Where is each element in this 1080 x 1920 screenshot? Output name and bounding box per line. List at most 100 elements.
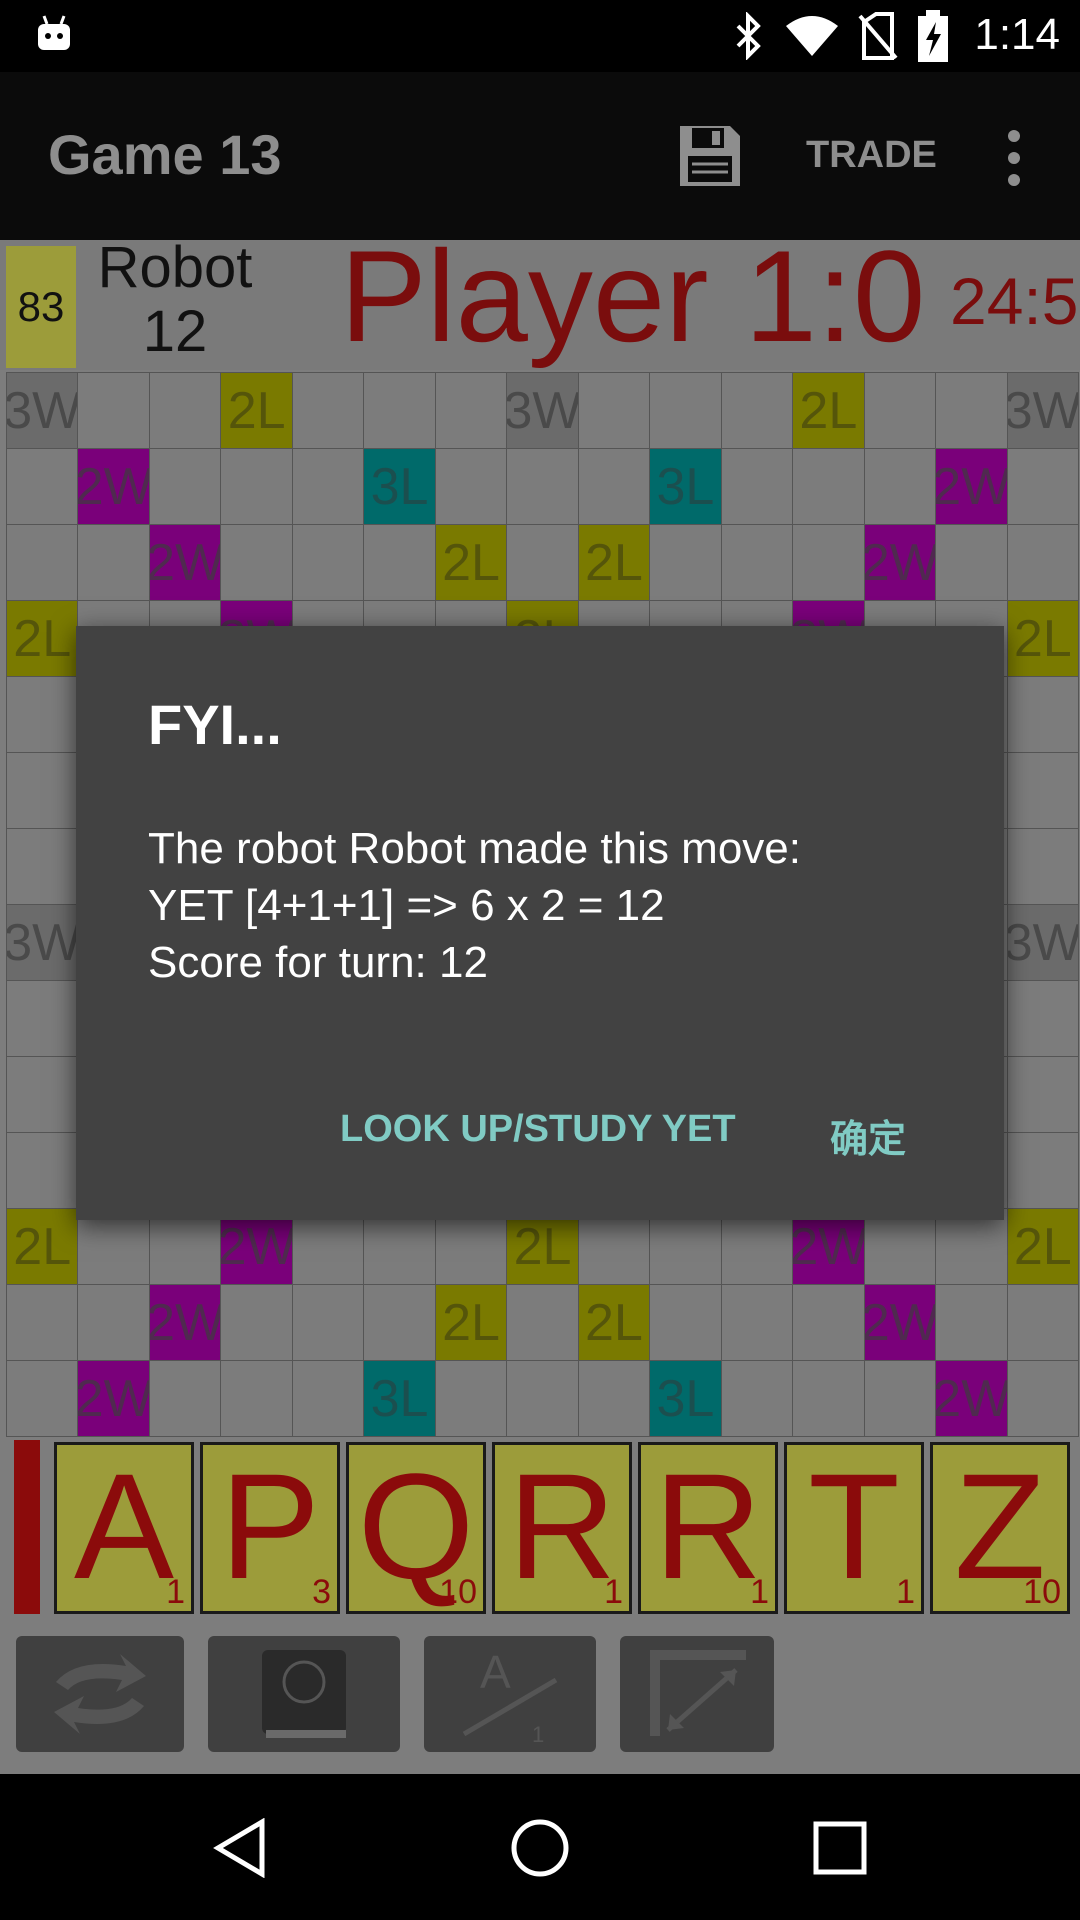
trade-button[interactable]: TRADE: [806, 134, 937, 177]
board-cell[interactable]: [1006, 524, 1079, 601]
board-cell[interactable]: [1006, 980, 1079, 1057]
board-cell[interactable]: 3L: [649, 1360, 722, 1437]
board-cell[interactable]: 2L: [6, 1208, 79, 1285]
board-cell[interactable]: 2W: [77, 1360, 150, 1437]
board-cell[interactable]: [363, 524, 436, 601]
board-cell[interactable]: [220, 524, 293, 601]
board-cell[interactable]: 2L: [220, 372, 293, 449]
rack-tile[interactable]: A1: [54, 1442, 194, 1614]
rack-tile[interactable]: P3: [200, 1442, 340, 1614]
board-cell[interactable]: [6, 448, 79, 525]
board-cell[interactable]: [506, 524, 579, 601]
board-cell[interactable]: [1006, 828, 1079, 905]
board-cell[interactable]: [291, 372, 365, 449]
board-cell[interactable]: 2W: [863, 524, 937, 601]
board-cell[interactable]: [1006, 676, 1079, 753]
board-cell[interactable]: 3W: [1006, 372, 1079, 449]
lookup-study-button[interactable]: LOOK UP/STUDY YET: [340, 1108, 736, 1151]
board-cell[interactable]: [577, 1360, 651, 1437]
board-cell[interactable]: [1006, 1284, 1079, 1361]
board-cell[interactable]: [6, 524, 79, 601]
board-cell[interactable]: [1006, 448, 1079, 525]
board-cell[interactable]: [148, 448, 222, 525]
board-cell[interactable]: 2W: [935, 1360, 1008, 1437]
more-vert-icon[interactable]: [1000, 128, 1028, 188]
board-cell[interactable]: [1006, 1056, 1079, 1133]
home-icon[interactable]: [510, 1818, 570, 1878]
board-cell[interactable]: [863, 448, 937, 525]
board-cell[interactable]: [6, 1284, 79, 1361]
board-cell[interactable]: 2L: [1006, 600, 1079, 677]
board-cell[interactable]: [792, 1360, 865, 1437]
board-cell[interactable]: 3L: [363, 1360, 436, 1437]
board-cell[interactable]: [863, 372, 937, 449]
board-cell[interactable]: [363, 372, 436, 449]
board-cell[interactable]: [434, 1360, 508, 1437]
board-cell[interactable]: [77, 372, 150, 449]
board-cell[interactable]: [792, 524, 865, 601]
board-cell[interactable]: 2L: [577, 524, 651, 601]
board-cell[interactable]: [77, 524, 150, 601]
board-cell[interactable]: [1006, 1360, 1079, 1437]
board-cell[interactable]: [935, 372, 1008, 449]
board-cell[interactable]: [935, 1284, 1008, 1361]
board-cell[interactable]: [720, 448, 794, 525]
board-cell[interactable]: [577, 372, 651, 449]
board-cell[interactable]: [220, 1360, 293, 1437]
board-cell[interactable]: [792, 1284, 865, 1361]
board-cell[interactable]: [1006, 752, 1079, 829]
board-cell[interactable]: [792, 448, 865, 525]
board-cell[interactable]: 3L: [649, 448, 722, 525]
board-cell[interactable]: [363, 1284, 436, 1361]
board-cell[interactable]: 2W: [77, 448, 150, 525]
board-cell[interactable]: [649, 524, 722, 601]
board-cell[interactable]: 2W: [935, 448, 1008, 525]
board-cell[interactable]: [649, 372, 722, 449]
board-cell[interactable]: [1006, 1132, 1079, 1209]
board-cell[interactable]: [291, 1284, 365, 1361]
sort-button[interactable]: A 1: [424, 1636, 596, 1752]
board-cell[interactable]: 3L: [363, 448, 436, 525]
board-cell[interactable]: 3W: [1006, 904, 1079, 981]
board-cell[interactable]: 2L: [1006, 1208, 1079, 1285]
rack-tile[interactable]: R1: [492, 1442, 632, 1614]
board-cell[interactable]: 3W: [6, 372, 79, 449]
board-cell[interactable]: [77, 1284, 150, 1361]
ok-button[interactable]: 确定: [830, 1108, 906, 1163]
board-cell[interactable]: [220, 1284, 293, 1361]
board-cell[interactable]: [434, 448, 508, 525]
board-cell[interactable]: [720, 1284, 794, 1361]
board-cell[interactable]: [291, 448, 365, 525]
board-cell[interactable]: [6, 752, 79, 829]
board-cell[interactable]: 2L: [577, 1284, 651, 1361]
board-cell[interactable]: [720, 1360, 794, 1437]
board-cell[interactable]: 2W: [148, 524, 222, 601]
rack-tile[interactable]: R1: [638, 1442, 778, 1614]
board-cell[interactable]: [720, 372, 794, 449]
rack-tile[interactable]: Q 10: [346, 1442, 486, 1614]
board-cell[interactable]: [291, 524, 365, 601]
board-cell[interactable]: 2L: [792, 372, 865, 449]
board-cell[interactable]: [220, 448, 293, 525]
board-cell[interactable]: [291, 1360, 365, 1437]
rearrange-button[interactable]: [620, 1636, 774, 1752]
board-cell[interactable]: [863, 1360, 937, 1437]
board-cell[interactable]: [649, 1284, 722, 1361]
board-cell[interactable]: [434, 372, 508, 449]
board-cell[interactable]: 2W: [863, 1284, 937, 1361]
board-cell[interactable]: [506, 1284, 579, 1361]
board-cell[interactable]: [6, 1056, 79, 1133]
board-cell[interactable]: [6, 1132, 79, 1209]
board-cell[interactable]: [6, 828, 79, 905]
board-cell[interactable]: 2L: [6, 600, 79, 677]
board-cell[interactable]: 2L: [434, 1284, 508, 1361]
dictionary-button[interactable]: [208, 1636, 400, 1752]
board-cell[interactable]: [506, 1360, 579, 1437]
rack-tile[interactable]: T1: [784, 1442, 924, 1614]
board-cell[interactable]: 2L: [434, 524, 508, 601]
board-cell[interactable]: [506, 448, 579, 525]
shuffle-button[interactable]: [16, 1636, 184, 1752]
board-cell[interactable]: 3W: [6, 904, 79, 981]
board-cell[interactable]: [720, 524, 794, 601]
save-icon[interactable]: [676, 122, 744, 190]
